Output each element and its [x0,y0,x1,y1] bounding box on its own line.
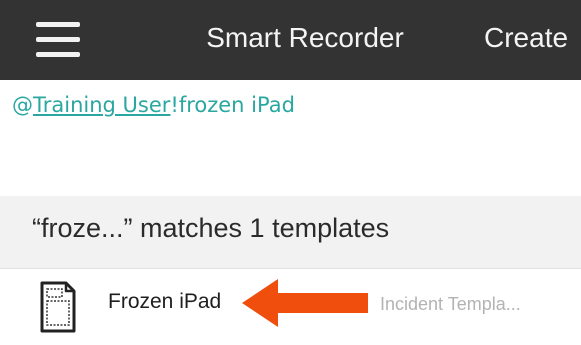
user-mention-link[interactable]: Training User [33,93,170,117]
message-input-text[interactable]: @Training User!frozen iPad [12,93,295,117]
template-matches-header: “froze...” matches 1 templates [0,196,581,268]
at-sign: @ [12,93,33,117]
template-type: Incident Templa... [380,294,521,314]
top-navigation-bar: Smart Recorder Create [0,0,581,80]
create-button[interactable]: Create [484,22,568,54]
app-title: Smart Recorder [206,22,404,53]
arrow-left-icon [242,279,368,327]
template-trigger-text: !frozen iPad [170,93,295,117]
app-screen: Smart Recorder Create @Training User!fro… [0,0,581,345]
hamburger-menu-icon[interactable] [36,20,80,60]
document-icon [40,281,76,333]
matches-summary: “froze...” matches 1 templates [32,213,390,243]
template-name: Frozen iPad [108,290,222,313]
